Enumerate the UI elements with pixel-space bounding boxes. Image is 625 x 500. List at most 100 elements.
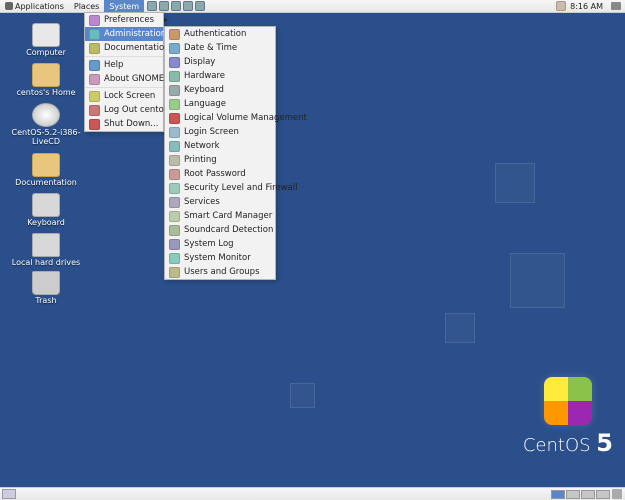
trash-label: Trash (8, 297, 84, 306)
root-password-icon (169, 169, 180, 180)
admin-hardware-item[interactable]: Hardware (165, 69, 275, 83)
workspace-4[interactable] (596, 490, 610, 499)
soundcard-icon (169, 225, 180, 236)
shutdown-item[interactable]: Shut Down... (85, 117, 163, 131)
livecd-icon[interactable]: CentOS-5.2-i386-LiveCD (8, 103, 84, 147)
menu-item-label: Printing (184, 155, 217, 165)
admin-keyboard-item[interactable]: Keyboard (165, 83, 275, 97)
lock-icon (89, 91, 100, 102)
admin-date-time-item[interactable]: Date & Time (165, 41, 275, 55)
menu-item-label: Services (184, 197, 220, 207)
preferences-icon (89, 15, 100, 26)
separator (85, 56, 163, 57)
menu-item-label: Soundcard Detection (184, 225, 273, 235)
admin-system-log-item[interactable]: System Log (165, 237, 275, 251)
menu-item-label: Security Level and Firewall (184, 183, 298, 193)
printing-icon (169, 155, 180, 166)
update-notifier-icon[interactable] (556, 1, 566, 11)
help-item[interactable]: Help (85, 58, 163, 72)
livecd-label: CentOS-5.2-i386-LiveCD (8, 129, 84, 147)
browser-launcher[interactable] (147, 1, 157, 11)
admin-services-item[interactable]: Services (165, 195, 275, 209)
system-menu[interactable]: System (104, 0, 144, 12)
workspace-switcher[interactable] (551, 490, 610, 499)
admin-display-item[interactable]: Display (165, 55, 275, 69)
chevron-right-icon: ▸ (154, 16, 168, 24)
terminal-launcher[interactable] (171, 1, 181, 11)
admin-authentication-item[interactable]: Authentication (165, 27, 275, 41)
centos-mark-icon (544, 377, 592, 425)
admin-system-monitor-item[interactable]: System Monitor (165, 251, 275, 265)
centos-logo: CentOS 5 (523, 377, 613, 457)
menu-item-label: Keyboard (184, 85, 224, 95)
documentation-icon[interactable]: Documentation (8, 153, 84, 188)
keyboard-icon (169, 85, 180, 96)
display-icon (169, 57, 180, 68)
clock[interactable]: 8:16 AM (566, 2, 607, 11)
admin-logical-volume-management-item[interactable]: Logical Volume Management (165, 111, 275, 125)
trash-icon[interactable]: Trash (8, 271, 84, 306)
menu-item-label: System Log (184, 239, 234, 249)
workspace-1[interactable] (551, 490, 565, 499)
workspace-2[interactable] (566, 490, 580, 499)
menu-item-label: Smart Card Manager (184, 211, 272, 221)
admin-root-password-item[interactable]: Root Password (165, 167, 275, 181)
menu-item-label: Language (184, 99, 226, 109)
hardware-icon (169, 71, 180, 82)
editor-launcher[interactable] (183, 1, 193, 11)
computer-label: Computer (8, 49, 84, 58)
firewall-icon (169, 183, 180, 194)
show-desktop-button[interactable] (2, 489, 16, 499)
admin-network-item[interactable]: Network (165, 139, 275, 153)
shutdown-icon (89, 119, 100, 130)
logout-item[interactable]: Log Out centos... (85, 103, 163, 117)
keyboard-desktop-icon[interactable]: Keyboard (8, 193, 84, 228)
menu-item-label: Logical Volume Management (184, 113, 307, 123)
help-icon (89, 60, 100, 71)
local-drives-icon[interactable]: Local hard drives (8, 233, 84, 268)
lock-screen-item[interactable]: Lock Screen (85, 89, 163, 103)
computer-icon[interactable]: Computer (8, 23, 84, 58)
separator (85, 87, 163, 88)
workspace-3[interactable] (581, 490, 595, 499)
about-gnome-item[interactable]: About GNOME (85, 72, 163, 86)
admin-users-and-groups-item[interactable]: Users and Groups (165, 265, 275, 279)
menu-item-label: Date & Time (184, 43, 237, 53)
menu-item-label: Root Password (184, 169, 246, 179)
syslog-icon (169, 239, 180, 250)
admin-smart-card-manager-item[interactable]: Smart Card Manager (165, 209, 275, 223)
documentation-item[interactable]: Documentation▸ (85, 41, 163, 55)
menu-item-label: Display (184, 57, 215, 67)
date-time-icon (169, 43, 180, 54)
menu-item-label: Authentication (184, 29, 246, 39)
places-menu[interactable]: Places (69, 0, 104, 12)
logout-icon (89, 105, 100, 116)
applications-menu[interactable]: Applications (0, 0, 69, 12)
quick-launch (147, 1, 205, 11)
menu-item-label: Network (184, 141, 220, 151)
menu-item-label: Hardware (184, 71, 225, 81)
services-icon (169, 197, 180, 208)
apps-icon (5, 2, 13, 10)
admin-security-level-and-firewall-item[interactable]: Security Level and Firewall (165, 181, 275, 195)
bottom-panel (0, 487, 625, 500)
printer-launcher[interactable] (195, 1, 205, 11)
menu-item-label: System Monitor (184, 253, 251, 263)
admin-soundcard-detection-item[interactable]: Soundcard Detection (165, 223, 275, 237)
administration-item[interactable]: Administration▸ (85, 27, 163, 41)
language-icon (169, 99, 180, 110)
admin-login-screen-item[interactable]: Login Screen (165, 125, 275, 139)
panel-trash-icon[interactable] (612, 489, 622, 499)
email-launcher[interactable] (159, 1, 169, 11)
volume-icon[interactable] (611, 2, 621, 10)
admin-language-item[interactable]: Language (165, 97, 275, 111)
home-folder-icon[interactable]: centos's Home (8, 63, 84, 98)
login-screen-icon (169, 127, 180, 138)
menu-item-label: Users and Groups (184, 267, 260, 277)
admin-printing-item[interactable]: Printing (165, 153, 275, 167)
drive-icon (32, 233, 60, 257)
preferences-item[interactable]: Preferences▸ (85, 13, 163, 27)
lvm-icon (169, 113, 180, 124)
home-label: centos's Home (8, 89, 84, 98)
smartcard-icon (169, 211, 180, 222)
